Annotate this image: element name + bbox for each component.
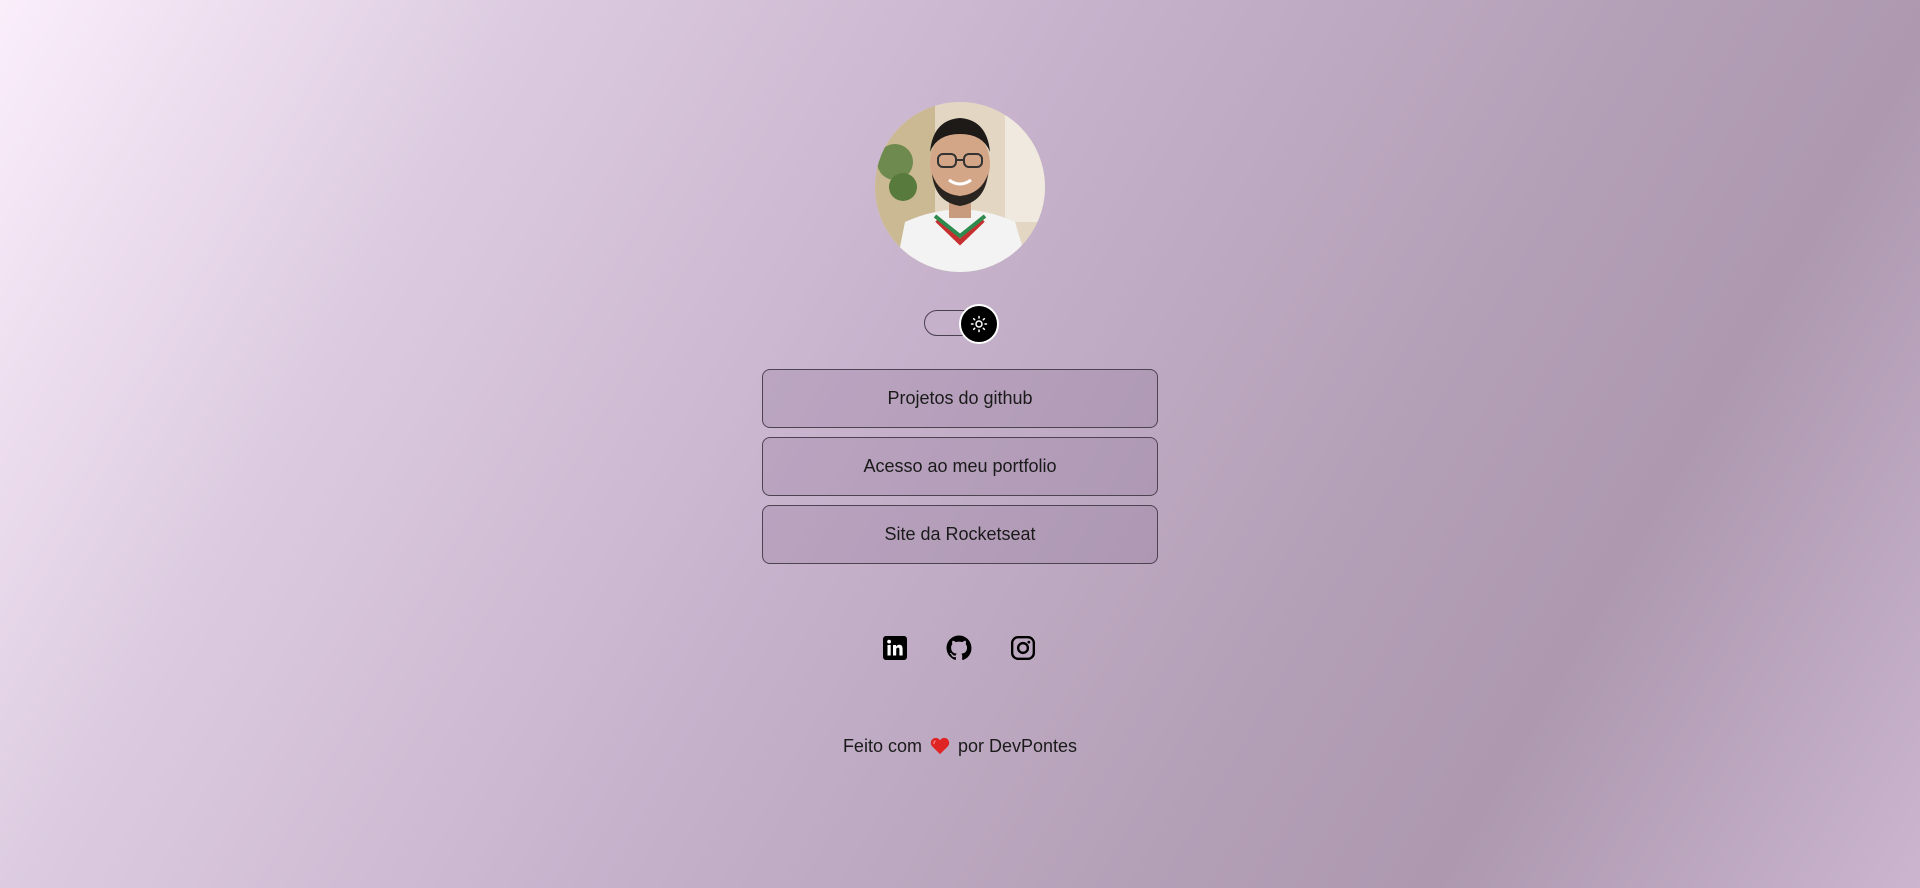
footer-suffix: por DevPontes bbox=[957, 736, 1078, 756]
footer-prefix: Feito com bbox=[842, 736, 922, 756]
linkedin-icon bbox=[883, 636, 907, 660]
theme-toggle[interactable] bbox=[924, 304, 999, 344]
link-rocketseat[interactable]: Site da Rocketseat bbox=[762, 505, 1158, 564]
links-list: Projetos do github Acesso ao meu portfol… bbox=[762, 369, 1158, 573]
profile-photo-image bbox=[875, 102, 1045, 272]
instagram-link[interactable] bbox=[1010, 635, 1036, 661]
theme-toggle-knob[interactable] bbox=[959, 304, 999, 344]
profile-avatar bbox=[875, 102, 1045, 272]
github-link[interactable] bbox=[946, 635, 972, 661]
page: Projetos do github Acesso ao meu portfol… bbox=[0, 0, 1920, 888]
link-github-projects[interactable]: Projetos do github bbox=[762, 369, 1158, 428]
sun-icon bbox=[970, 315, 988, 333]
github-icon bbox=[946, 635, 972, 660]
heart-icon bbox=[930, 737, 950, 760]
social-links bbox=[882, 635, 1036, 661]
linkedin-link[interactable] bbox=[882, 635, 908, 661]
footer: Feito com por DevPontes bbox=[0, 736, 1920, 760]
link-portfolio[interactable]: Acesso ao meu portfolio bbox=[762, 437, 1158, 496]
instagram-icon bbox=[1010, 635, 1036, 661]
